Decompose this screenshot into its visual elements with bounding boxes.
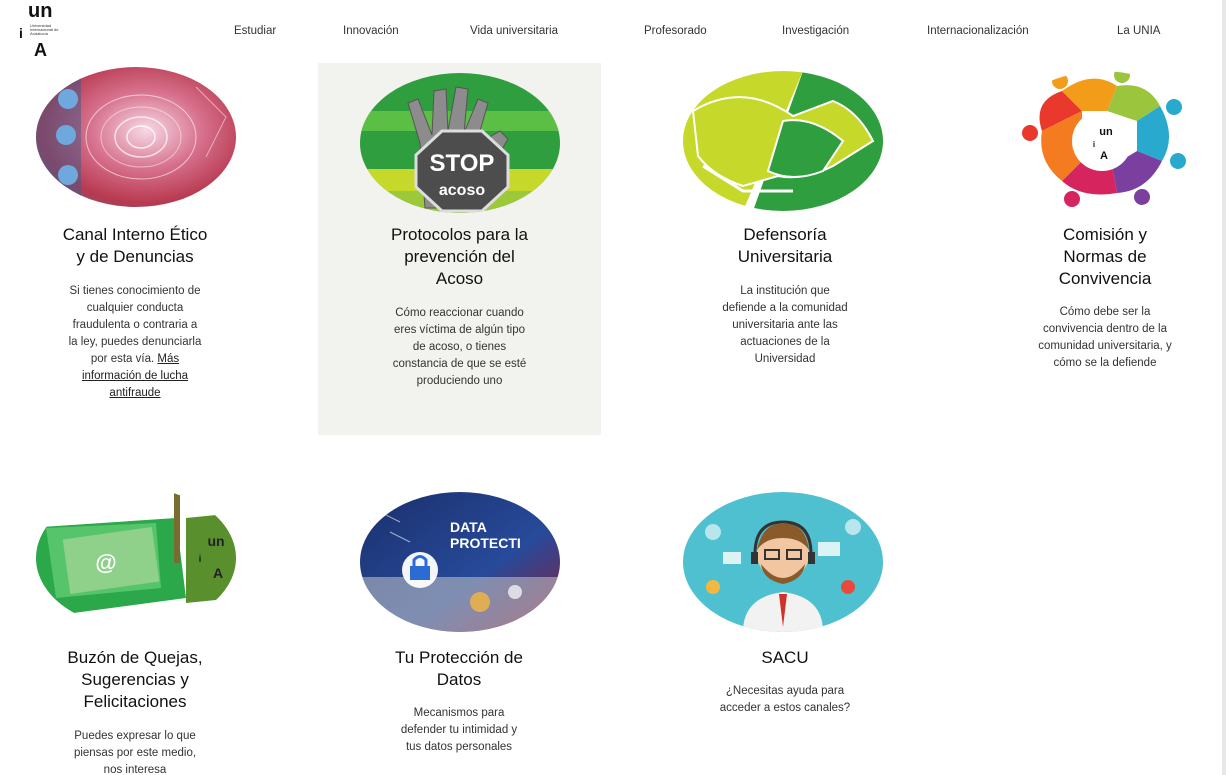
nav-item-vida-universitaria[interactable]: Vida universitaria [470,25,558,37]
svg-text:i: i [1093,140,1095,149]
card-description: Mecanismos para defender tu intimidad y … [400,707,518,753]
card-title[interactable]: SACU [670,647,900,669]
mailbox-image[interactable]: @ un i A [36,488,236,628]
card-title[interactable]: Comisión y Normas de Convivencia [990,224,1220,290]
svg-text:PROTECTI: PROTECTI [450,535,521,551]
nav-item-profesorado[interactable]: Profesorado [644,25,707,37]
card-title[interactable]: Buzón de Quejas, Sugerencias y Felicitac… [20,647,250,713]
svg-text:i: i [199,554,202,565]
nav-item-estudiar[interactable]: Estudiar [234,25,276,37]
stop-acoso-image[interactable]: STOP acoso [360,73,560,213]
card-canal-interno[interactable]: Canal Interno Ético y de Denuncias Si ti… [20,65,250,425]
card-sacu[interactable]: SACU ¿Necesitas ayuda para acceder a est… [670,488,900,775]
card-description: Puedes expresar lo que piensas por este … [73,730,197,775]
acoso-text: acoso [439,182,485,199]
nav-item-la-unia[interactable]: La UNIA [1117,25,1160,37]
main-nav: Estudiar Innovación Vida universitaria P… [0,25,1226,41]
card-description: La institución que defiende a la comunid… [722,285,848,365]
nav-item-internacionalizacion[interactable]: Internacionalización [927,25,1029,37]
card-defensoria[interactable]: Defensoría Universitaria La institución … [670,65,900,405]
page-edge-divider [1222,0,1226,775]
svg-text:un: un [1099,126,1113,138]
svg-text:@: @ [95,550,116,575]
logo-un: un [28,0,53,22]
card-description: Cómo debe ser la convivencia dentro de l… [1038,306,1172,369]
card-title[interactable]: Canal Interno Ético y de Denuncias [20,224,250,268]
card-title[interactable]: Defensoría Universitaria [670,224,900,268]
svg-text:un: un [207,533,224,549]
card-description: ¿Necesitas ayuda para acceder a estos ca… [719,685,851,714]
svg-text:A: A [213,565,223,581]
logo-a: A [34,40,47,60]
card-buzon-quejas[interactable]: @ un i A Buzón de Quejas, Sugerencias y … [20,488,250,775]
support-agent-image[interactable] [683,492,883,632]
handshake-image[interactable] [683,71,883,211]
card-title[interactable]: Tu Protección de Datos [344,647,574,691]
nav-item-investigacion[interactable]: Investigación [782,25,849,37]
card-comision-convivencia[interactable]: un i A Comisión y Normas de Convivencia … [990,65,1220,405]
card-proteccion-datos[interactable]: DATA PROTECTI Tu Protección de Datos Mec… [344,488,574,775]
stop-text: STOP [430,150,495,177]
nav-item-innovacion[interactable]: Innovación [343,25,399,37]
data-protection-image[interactable]: DATA PROTECTI [360,492,560,632]
card-description: Cómo reaccionar cuando eres víctima de a… [392,307,527,387]
card-title[interactable]: Protocolos para la prevención del Acoso [318,224,601,290]
svg-text:DATA: DATA [450,519,487,535]
fingerprint-tech-image[interactable] [36,67,236,207]
card-protocolos-acoso[interactable]: STOP acoso Protocolos para la prevención… [318,63,601,435]
card-description: Si tienes conocimiento de cualquier cond… [68,285,202,399]
community-circle-image[interactable]: un i A [1002,71,1202,211]
svg-text:A: A [1100,150,1108,162]
